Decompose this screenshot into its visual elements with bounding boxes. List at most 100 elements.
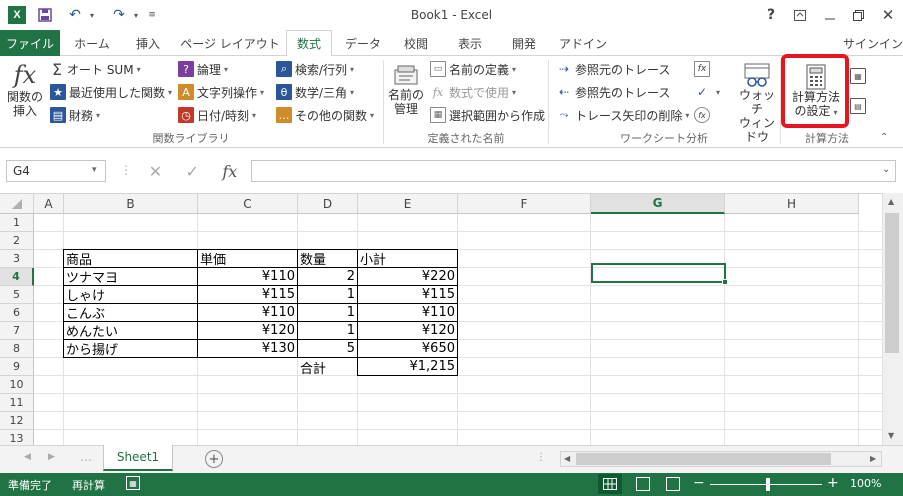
sign-in-link[interactable]: サインイン	[843, 35, 903, 52]
ribbon-display-icon[interactable]	[788, 4, 812, 26]
table-cell-price[interactable]: ¥115	[197, 285, 298, 304]
horizontal-scroll-thumb[interactable]	[576, 453, 831, 465]
datetime-button[interactable]: ◷ 日付/時刻 ▾	[178, 105, 256, 125]
table-cell-price[interactable]: ¥110	[197, 303, 298, 322]
vertical-scroll-thumb[interactable]	[885, 213, 899, 353]
macro-record-icon[interactable]: ▦	[126, 476, 140, 490]
col-header-d[interactable]: D	[298, 194, 358, 214]
zoom-in-icon[interactable]: +	[827, 475, 839, 491]
zoom-slider-thumb[interactable]	[766, 478, 770, 491]
next-sheet-icon[interactable]: ▶	[48, 452, 55, 462]
fill-handle[interactable]	[722, 279, 728, 285]
recent-functions-button[interactable]: ★ 最近使用した関数 ▾	[50, 82, 172, 102]
restore-icon[interactable]	[846, 4, 870, 26]
table-cell-qty[interactable]: 2	[297, 267, 358, 286]
table-cell-item[interactable]: めんたい	[63, 321, 198, 340]
enter-icon[interactable]: ✓	[186, 162, 199, 181]
show-formulas-button[interactable]: fx	[694, 59, 713, 79]
tab-home[interactable]: ホーム	[68, 30, 116, 56]
table-header-item[interactable]: 商品	[63, 249, 198, 268]
zoom-level[interactable]: 100%	[850, 477, 881, 490]
financial-button[interactable]: ▤ 財務 ▾	[50, 105, 100, 125]
more-functions-button[interactable]: … その他の関数 ▾	[276, 105, 374, 125]
tab-developer[interactable]: 開発	[502, 30, 546, 56]
table-cell-qty[interactable]: 1	[297, 321, 358, 340]
row-header-3[interactable]: 3	[0, 250, 34, 268]
select-all-corner[interactable]	[0, 194, 34, 214]
math-button[interactable]: θ 数学/三角 ▾	[276, 82, 354, 102]
close-icon[interactable]: ✕	[876, 4, 900, 26]
row-header-11[interactable]: 11	[0, 394, 34, 412]
table-header-qty[interactable]: 数量	[297, 249, 358, 268]
total-label-cell[interactable]: 合計	[298, 358, 358, 377]
table-cell-subtotal[interactable]: ¥110	[357, 303, 458, 322]
table-cell-subtotal[interactable]: ¥220	[357, 267, 458, 286]
use-in-formula-button[interactable]: fx 数式で使用 ▾	[430, 82, 516, 102]
table-cell-subtotal[interactable]: ¥650	[357, 339, 458, 358]
name-box[interactable]: G4	[6, 160, 106, 182]
tab-overflow-icon[interactable]: …	[80, 450, 92, 464]
table-cell-item[interactable]: から揚げ	[63, 339, 198, 358]
tab-formulas[interactable]: 数式	[286, 30, 332, 57]
row-header-8[interactable]: 8	[0, 340, 34, 358]
sheet-tab-sheet1[interactable]: Sheet1	[103, 445, 173, 471]
expand-formula-bar-icon[interactable]: ⌄	[882, 164, 890, 175]
tab-view[interactable]: 表示	[448, 30, 492, 56]
trace-precedents-button[interactable]: ⇢ 参照元のトレース	[556, 59, 670, 79]
cancel-icon[interactable]: ✕	[149, 162, 162, 181]
col-header-f[interactable]: F	[458, 194, 591, 214]
table-cell-qty[interactable]: 1	[297, 285, 358, 304]
split-handle-icon[interactable]: ⋮	[536, 452, 546, 463]
row-header-10[interactable]: 10	[0, 376, 34, 394]
tab-file[interactable]: ファイル	[0, 30, 60, 56]
table-cell-price[interactable]: ¥130	[197, 339, 298, 358]
name-manager-button[interactable]: 名前の 管理	[386, 64, 426, 116]
row-header-1[interactable]: 1	[0, 214, 34, 232]
calculate-sheet-icon[interactable]: ▤	[850, 96, 869, 116]
formula-input[interactable]	[251, 160, 896, 182]
table-cell-item[interactable]: しゃけ	[63, 285, 198, 304]
table-cell-subtotal[interactable]: ¥115	[357, 285, 458, 304]
insert-function-icon[interactable]: fx	[222, 162, 237, 181]
col-header-b[interactable]: B	[64, 194, 198, 214]
scroll-right-icon[interactable]: ▶	[870, 454, 876, 463]
tab-data[interactable]: データ	[338, 30, 388, 56]
scroll-up-icon[interactable]: ▲	[888, 197, 894, 206]
table-cell-price[interactable]: ¥110	[197, 267, 298, 286]
table-cell-item[interactable]: こんぶ	[63, 303, 198, 322]
minimize-icon[interactable]	[818, 4, 842, 26]
lookup-button[interactable]: ⌕ 検索/行列 ▾	[276, 59, 354, 79]
tab-insert[interactable]: 挿入	[124, 30, 172, 56]
row-header-2[interactable]: 2	[0, 232, 34, 250]
col-header-c[interactable]: C	[198, 194, 298, 214]
row-header-6[interactable]: 6	[0, 304, 34, 322]
table-cell-qty[interactable]: 5	[297, 339, 358, 358]
create-from-selection-button[interactable]: ▦ 選択範囲から作成	[430, 105, 545, 125]
redo-dropdown-icon[interactable]: ▾	[130, 4, 142, 26]
customize-qat-icon[interactable]: ≡	[146, 4, 158, 26]
scroll-left-icon[interactable]: ◀	[564, 454, 570, 463]
col-header-e[interactable]: E	[358, 194, 458, 214]
page-layout-view-icon[interactable]	[636, 477, 650, 491]
row-header-9[interactable]: 9	[0, 358, 34, 376]
trace-dependents-button[interactable]: ⇠ 参照先のトレース	[556, 82, 670, 102]
redo-icon[interactable]: ↷	[108, 4, 130, 26]
add-sheet-icon[interactable]: +	[205, 450, 223, 468]
table-cell-qty[interactable]: 1	[297, 303, 358, 322]
collapse-ribbon-icon[interactable]: ⌃	[880, 132, 888, 143]
scroll-down-icon[interactable]: ▼	[888, 431, 894, 440]
name-box-dropdown-icon[interactable]: ▾	[92, 165, 97, 175]
prev-sheet-icon[interactable]: ◀	[24, 452, 31, 462]
table-header-price[interactable]: 単価	[197, 249, 298, 268]
calculate-now-icon[interactable]: ▦	[850, 66, 869, 86]
help-icon[interactable]: ?	[759, 4, 783, 26]
insert-function-button[interactable]: fx 関数の 挿入	[4, 60, 46, 118]
text-button[interactable]: A 文字列操作 ▾	[178, 82, 264, 102]
table-cell-subtotal[interactable]: ¥120	[357, 321, 458, 340]
error-checking-button[interactable]: ✓ ▾	[694, 82, 720, 102]
row-header-12[interactable]: 12	[0, 412, 34, 430]
evaluate-formula-button[interactable]: fx	[694, 105, 713, 125]
page-break-view-icon[interactable]	[666, 477, 680, 491]
tab-review[interactable]: 校閲	[394, 30, 438, 56]
col-header-h[interactable]: H	[725, 194, 859, 214]
